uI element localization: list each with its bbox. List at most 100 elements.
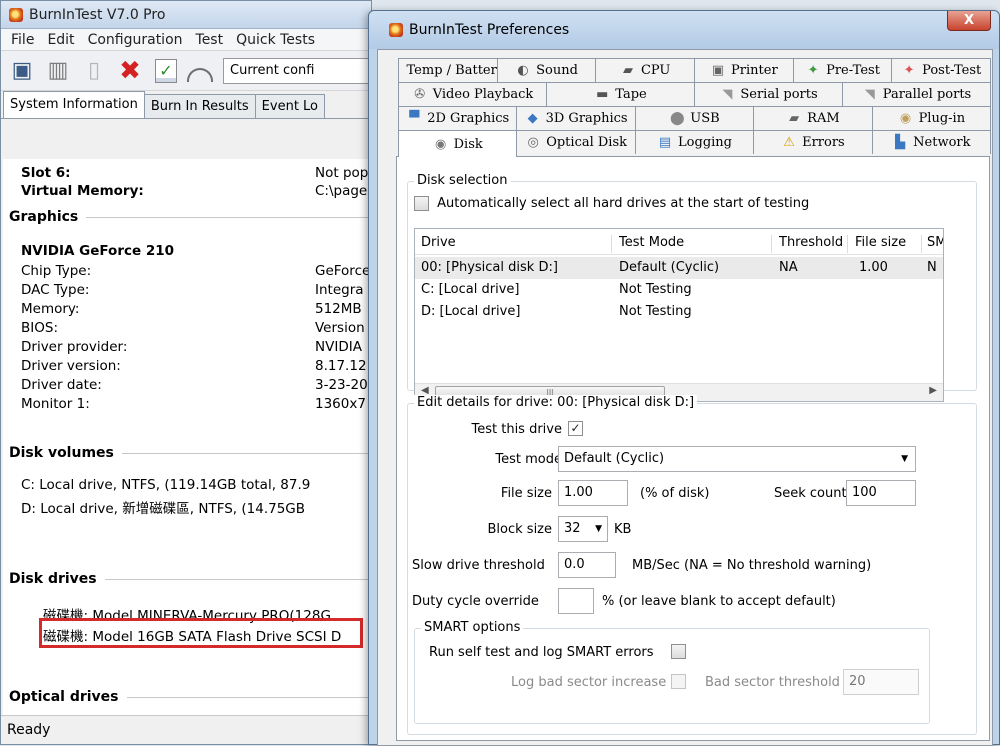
graphics-row-value: 1360x7 bbox=[315, 396, 366, 412]
burnintest-logo-icon bbox=[9, 7, 23, 22]
tab-system-information[interactable]: System Information bbox=[3, 91, 145, 118]
col-test-mode[interactable]: Test Mode bbox=[619, 235, 684, 250]
table-row[interactable]: D: [Local drive] Not Testing bbox=[415, 301, 943, 323]
col-drive[interactable]: Drive bbox=[421, 235, 456, 250]
tab-network[interactable]: ▙ Network bbox=[871, 130, 992, 154]
slow-threshold-input[interactable]: 0.0 bbox=[558, 552, 616, 578]
test-drive-checkbox[interactable]: ✓ bbox=[568, 421, 583, 436]
bad-sector-increase-label: Log bad sector increase bbox=[511, 675, 667, 690]
tab-sound[interactable]: ◐ Sound bbox=[496, 58, 597, 82]
smart-run-checkbox[interactable] bbox=[671, 644, 686, 659]
menu-file[interactable]: File bbox=[5, 32, 41, 48]
file-size-label: File size bbox=[500, 486, 552, 501]
file-size-input[interactable]: 1.00 bbox=[558, 480, 628, 506]
col-threshold[interactable]: Threshold bbox=[779, 235, 843, 250]
tab-cpu[interactable]: ▰ CPU bbox=[595, 58, 696, 82]
graphics-row-label: Driver date: bbox=[21, 377, 102, 393]
file-size-unit: (% of disk) bbox=[640, 486, 710, 501]
preferences-body: ▌Temp / Battery ◐Sound ▰CPU ▣Printer ✦Pr… bbox=[377, 49, 993, 746]
tab-event-log[interactable]: Event Lo bbox=[254, 94, 326, 118]
tab-logging[interactable]: ▤ Logging bbox=[634, 130, 755, 154]
graphics-row-value: GeForce bbox=[315, 263, 371, 279]
pretest-icon: ✦ bbox=[807, 63, 819, 78]
checklist-icon[interactable]: ✓ bbox=[155, 58, 177, 83]
col-file-size[interactable]: File size bbox=[855, 235, 906, 250]
toolbar: ▣ ▥ ▯ ✖ ✓ Current confi bbox=[1, 51, 371, 91]
tab-parallel-ports[interactable]: ◥ Parallel ports bbox=[842, 82, 991, 106]
tab-serial-ports[interactable]: ◥ Serial ports bbox=[694, 82, 843, 106]
tab-tape[interactable]: ▬ Tape bbox=[546, 82, 695, 106]
monitor-icon: ▀ bbox=[409, 111, 420, 126]
smart-options-group: SMART options Run self test and log SMAR… bbox=[414, 620, 930, 724]
graphics-row-label: Memory: bbox=[21, 301, 80, 317]
serial-port-icon: ◥ bbox=[722, 87, 733, 102]
memory-chip-icon[interactable]: ▥ bbox=[43, 56, 73, 86]
block-size-select[interactable]: 32 ▼ bbox=[558, 516, 608, 542]
test-drive-label: Test this drive bbox=[471, 422, 563, 437]
menu-configuration[interactable]: Configuration bbox=[82, 32, 190, 48]
disk-drives-heading: Disk drives bbox=[9, 571, 371, 587]
test-mode-select[interactable]: Default (Cyclic) ▼ bbox=[558, 446, 916, 472]
preferences-title: BurnInTest Preferences bbox=[409, 22, 570, 38]
tab-2d-graphics[interactable]: ▀ 2D Graphics bbox=[398, 106, 518, 130]
tab-errors[interactable]: ⚠ Errors bbox=[753, 130, 873, 154]
close-button[interactable]: X bbox=[947, 11, 991, 31]
bad-sector-threshold-input[interactable]: 20 bbox=[843, 669, 919, 695]
network-icon: ▙ bbox=[895, 135, 906, 150]
graphics-row-value: NVIDIA bbox=[315, 339, 362, 355]
stop-test-icon[interactable]: ✖ bbox=[115, 56, 145, 86]
optical-drives-heading: Optical drives bbox=[9, 689, 371, 705]
graphics-row-label: BIOS: bbox=[21, 320, 58, 336]
graphics-row-label: Driver version: bbox=[21, 358, 121, 374]
status-bar: Ready bbox=[1, 715, 371, 744]
slow-threshold-unit: MB/Sec (NA = No threshold warning) bbox=[632, 558, 872, 573]
drive-list-header: Drive Test Mode Threshold File size SM bbox=[415, 229, 943, 255]
table-row[interactable]: C: [Local drive] Not Testing bbox=[415, 279, 943, 301]
tab-plug-in[interactable]: ◉ Plug-in bbox=[871, 106, 992, 130]
tab-post-test[interactable]: ✦ Post-Test bbox=[891, 58, 992, 82]
col-smart[interactable]: SM bbox=[927, 235, 943, 250]
tab-disk[interactable]: ◉ Disk bbox=[398, 130, 518, 157]
menu-bar: File Edit Configuration Test Quick Tests bbox=[1, 29, 371, 51]
bad-sector-increase-checkbox[interactable] bbox=[671, 674, 686, 689]
tab-burn-in-results[interactable]: Burn In Results bbox=[143, 94, 256, 118]
menu-test[interactable]: Test bbox=[190, 32, 231, 48]
table-row[interactable]: 00: [Physical disk D:] Default (Cyclic) … bbox=[415, 257, 943, 279]
duty-cycle-label: Duty cycle override bbox=[412, 594, 539, 609]
tape-icon: ▬ bbox=[596, 87, 609, 102]
preferences-title-bar: BurnInTest Preferences bbox=[369, 11, 999, 49]
printer-icon: ▣ bbox=[711, 63, 725, 78]
tab-row-1: ▌Temp / Battery ◐Sound ▰CPU ▣Printer ✦Pr… bbox=[398, 58, 992, 82]
disk-selection-title: Disk selection bbox=[414, 173, 511, 188]
warning-icon: ⚠ bbox=[783, 135, 795, 150]
scroll-right-icon[interactable]: ▶ bbox=[929, 385, 937, 396]
seek-count-input[interactable]: 100 bbox=[846, 480, 916, 506]
current-config-field[interactable]: Current confi bbox=[223, 57, 371, 84]
tab-optical-disk[interactable]: ◎ Optical Disk bbox=[516, 130, 636, 154]
tab-ram[interactable]: ▰ RAM bbox=[753, 106, 873, 130]
main-window: BurnInTest V7.0 Pro File Edit Configurat… bbox=[0, 0, 372, 745]
auto-select-checkbox[interactable] bbox=[414, 196, 429, 211]
save-config-icon[interactable]: ▣ bbox=[7, 56, 37, 86]
tab-pre-test[interactable]: ✦ Pre-Test bbox=[792, 58, 893, 82]
smart-options-title: SMART options bbox=[421, 620, 524, 635]
tab-3d-graphics[interactable]: ◆ 3D Graphics bbox=[516, 106, 636, 130]
drive-list[interactable]: Drive Test Mode Threshold File size SM 0… bbox=[414, 228, 944, 402]
disk-volumes-heading: Disk volumes bbox=[9, 445, 371, 461]
menu-quick-tests[interactable]: Quick Tests bbox=[230, 32, 322, 48]
disk-settings-page: Disk selection Automatically select all … bbox=[396, 156, 990, 741]
tab-video-playback[interactable]: ✇ Video Playback bbox=[398, 82, 547, 106]
disk-icon: ◉ bbox=[434, 136, 447, 152]
tab-temp-battery[interactable]: ▌Temp / Battery bbox=[398, 58, 498, 82]
clipboard-icon[interactable]: ▯ bbox=[79, 56, 109, 86]
main-window-title: BurnInTest V7.0 Pro bbox=[29, 6, 166, 23]
duty-cycle-input[interactable] bbox=[558, 588, 594, 614]
slot6-label: Slot 6: bbox=[21, 165, 71, 181]
tab-row-4: ◉ Disk ◎ Optical Disk ▤ Logging ⚠ Errors ▙ Ne… bbox=[398, 130, 992, 157]
thermometer-icon: ▌ bbox=[399, 63, 402, 78]
menu-edit[interactable]: Edit bbox=[41, 32, 81, 48]
plugin-icon: ◉ bbox=[899, 111, 912, 126]
tab-printer[interactable]: ▣ Printer bbox=[694, 58, 794, 82]
gauge-icon[interactable] bbox=[187, 67, 213, 82]
tab-usb[interactable]: ⬤ USB bbox=[634, 106, 755, 130]
